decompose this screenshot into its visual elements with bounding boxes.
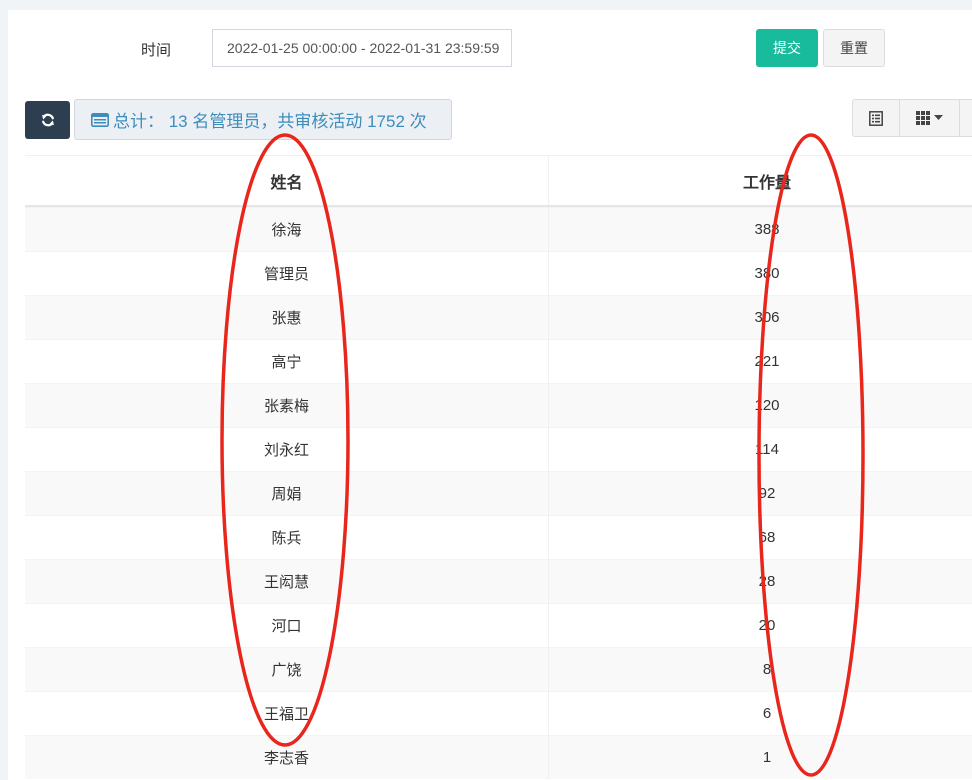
cell-workload: 92	[549, 471, 972, 515]
workload-table: 姓名 工作量 徐海 388 管理员 380 张惠 306 高宁 221 张素梅 120 刘永红 114…	[25, 155, 972, 779]
table-row[interactable]: 周娟 92	[25, 471, 972, 515]
table-row[interactable]: 张惠 306	[25, 295, 972, 339]
table-row[interactable]: 王福卫 6	[25, 691, 972, 735]
cell-name: 陈兵	[25, 515, 549, 559]
cell-name: 刘永红	[25, 427, 549, 471]
header-workload[interactable]: 工作量	[549, 156, 972, 205]
refresh-icon	[41, 113, 54, 127]
columns-dropdown-button[interactable]	[900, 99, 960, 137]
cell-workload: 28	[549, 559, 972, 603]
cell-name: 管理员	[25, 251, 549, 295]
table-row[interactable]: 王闳慧 28	[25, 559, 972, 603]
table-row[interactable]: 徐海 388	[25, 207, 972, 251]
caret-down-icon	[934, 115, 943, 120]
cell-workload: 68	[549, 515, 972, 559]
table-row[interactable]: 刘永红 114	[25, 427, 972, 471]
refresh-button[interactable]	[25, 101, 70, 139]
cell-workload: 388	[549, 207, 972, 251]
cell-workload: 120	[549, 383, 972, 427]
table-row[interactable]: 管理员 380	[25, 251, 972, 295]
cell-name: 张惠	[25, 295, 549, 339]
table-row[interactable]: 河口 20	[25, 603, 972, 647]
cell-name: 王福卫	[25, 691, 549, 735]
cell-workload: 1	[549, 735, 972, 779]
cell-workload: 114	[549, 427, 972, 471]
cell-name: 河口	[25, 603, 549, 647]
cell-name: 张素梅	[25, 383, 549, 427]
cell-workload: 20	[549, 603, 972, 647]
table-row[interactable]: 高宁 221	[25, 339, 972, 383]
cell-workload: 306	[549, 295, 972, 339]
more-tools-button[interactable]	[960, 99, 972, 137]
table-row[interactable]: 李志香 1	[25, 735, 972, 779]
table-body: 徐海 388 管理员 380 张惠 306 高宁 221 张素梅 120 刘永红 114 周娟 92 陈兵 6…	[25, 207, 972, 779]
date-range-input[interactable]: 2022-01-25 00:00:00 - 2022-01-31 23:59:5…	[212, 29, 512, 67]
toggle-view-button[interactable]	[852, 99, 900, 137]
table-row[interactable]: 陈兵 68	[25, 515, 972, 559]
list-view-icon	[869, 110, 883, 126]
table-toolbar	[852, 99, 972, 137]
cell-name: 广饶	[25, 647, 549, 691]
cell-workload: 8	[549, 647, 972, 691]
cell-workload: 380	[549, 251, 972, 295]
time-label: 时间	[141, 42, 172, 59]
cell-workload: 221	[549, 339, 972, 383]
table-header: 姓名 工作量	[25, 156, 972, 207]
cell-name: 李志香	[25, 735, 549, 779]
cell-workload: 6	[549, 691, 972, 735]
list-alt-icon	[91, 112, 109, 127]
table-row[interactable]: 张素梅 120	[25, 383, 972, 427]
cell-name: 周娟	[25, 471, 549, 515]
summary-badge: 总计： 13 名管理员，共审核活动 1752 次	[74, 99, 452, 140]
submit-button[interactable]: 提交	[756, 29, 818, 67]
table-row[interactable]: 广饶 8	[25, 647, 972, 691]
header-name[interactable]: 姓名	[25, 156, 549, 205]
grid-columns-icon	[916, 111, 930, 125]
cell-name: 高宁	[25, 339, 549, 383]
cell-name: 徐海	[25, 207, 549, 251]
reset-button[interactable]: 重置	[823, 29, 885, 67]
summary-text: 总计： 13 名管理员，共审核活动 1752 次	[113, 112, 427, 131]
cell-name: 王闳慧	[25, 559, 549, 603]
